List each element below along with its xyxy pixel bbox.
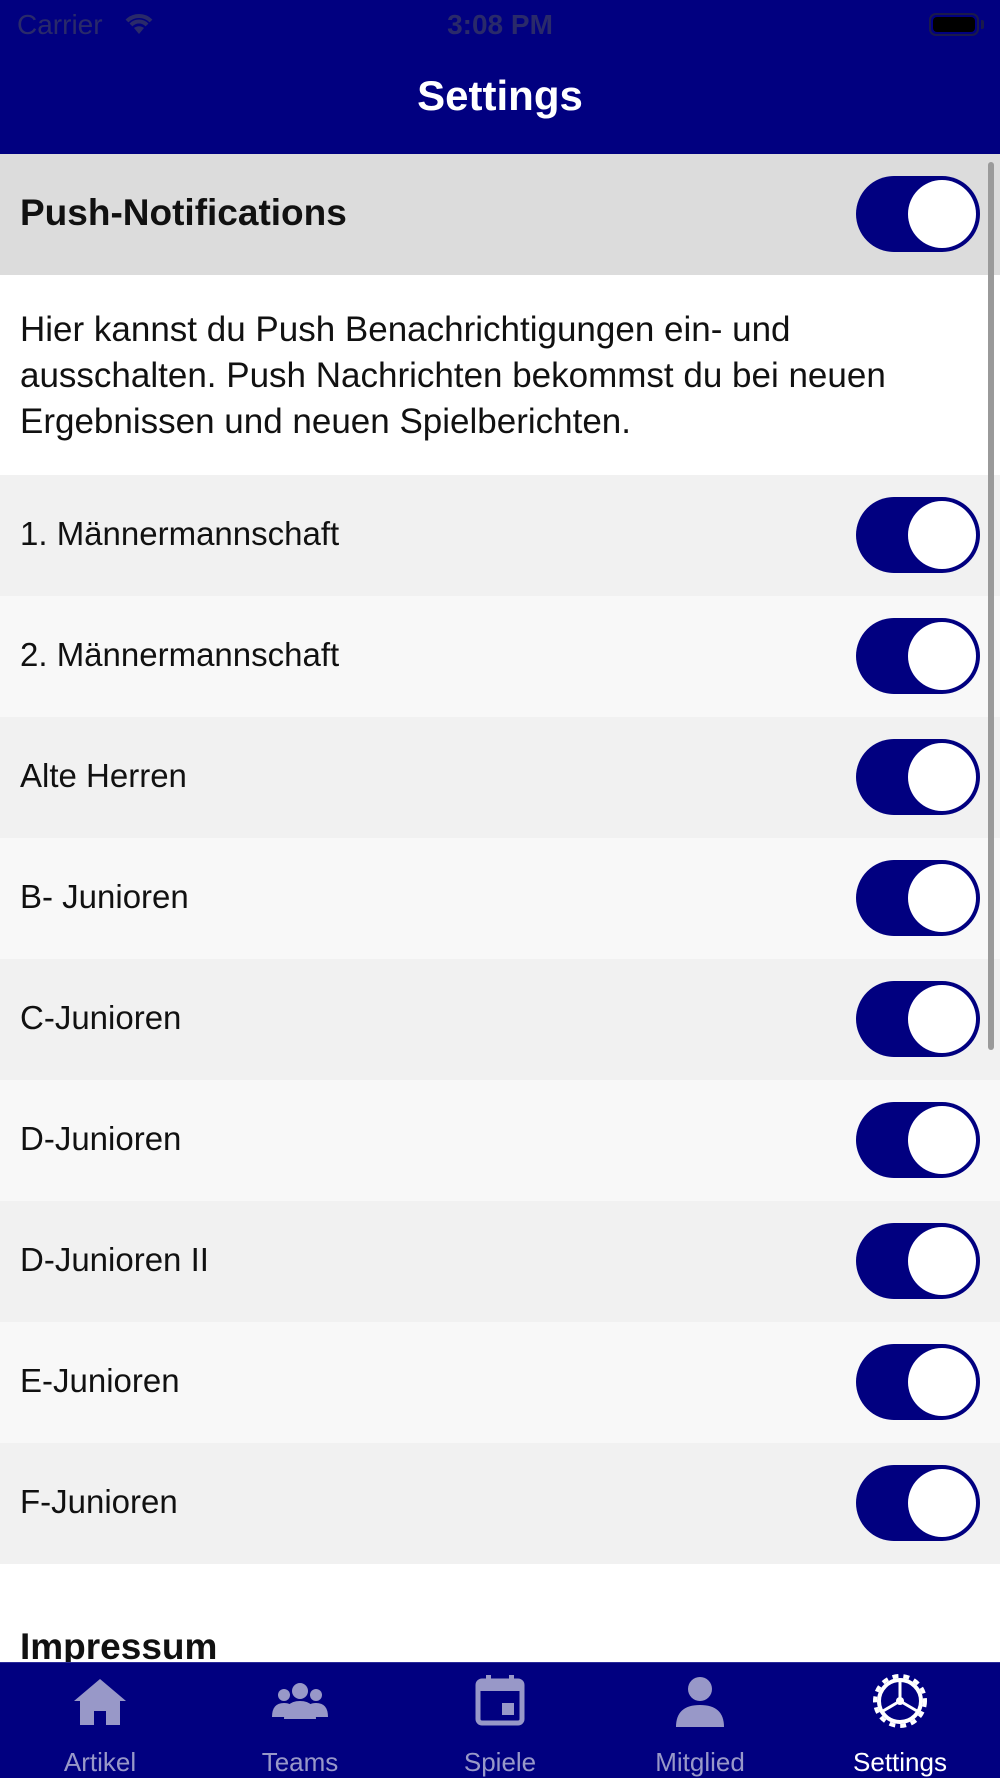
team-label: F-Junioren [20,1483,178,1520]
settings-list[interactable]: Push-Notifications Hier kannst du Push B… [0,154,1000,1662]
tab-label: Spiele [463,1747,537,1777]
push-notifications-label: Push-Notifications [20,192,347,233]
tab-artikel[interactable]: Artikel [0,1663,200,1778]
team-row-alte-herren: Alte Herren [0,717,1000,838]
tab-teams[interactable]: Teams [200,1663,400,1778]
push-notifications-row: Push-Notifications [0,154,1000,275]
page-title: Settings [417,72,583,119]
team-label: Alte Herren [20,757,187,794]
team-row-c-junioren: C-Junioren [0,959,1000,1080]
toggle-knob [908,743,976,811]
team-toggle[interactable] [856,1223,980,1299]
team-row-d-junioren-ii: D-Junioren II [0,1201,1000,1322]
tab-label: Artikel [63,1747,137,1777]
battery-tip [981,20,984,29]
toggle-knob [908,864,976,932]
scrollbar[interactable] [988,162,994,1050]
toggle-knob [908,985,976,1053]
team-label: E-Junioren [20,1362,180,1399]
toggle-knob [908,1227,976,1295]
person-icon [670,1671,730,1731]
toggle-knob [908,501,976,569]
people-icon [270,1671,330,1731]
tab-label: Settings [853,1747,947,1777]
push-notifications-toggle[interactable] [856,176,980,252]
team-row-b-junioren: B- Junioren [0,838,1000,959]
tab-label: Mitglied [655,1747,745,1777]
gear-icon [870,1671,930,1731]
team-row-1-maennermannschaft: 1. Männermannschaft [0,475,1000,596]
tab-settings[interactable]: Settings [800,1663,1000,1778]
house-icon [70,1671,130,1731]
tab-spiele[interactable]: Spiele [400,1663,600,1778]
team-row-f-junioren: F-Junioren [0,1443,1000,1564]
team-toggle[interactable] [856,497,980,573]
team-toggle[interactable] [856,739,980,815]
push-description: Hier kannst du Push Benachrichtigungen e… [0,275,1000,475]
tab-mitglied[interactable]: Mitglied [600,1663,800,1778]
calendar-icon [470,1671,530,1731]
status-bar: Carrier 3:08 PM [0,0,1000,50]
team-toggle[interactable] [856,1102,980,1178]
toggle-knob [908,1106,976,1174]
impressum-label: Impressum [20,1626,218,1662]
tab-label: Teams [261,1747,339,1777]
battery-icon [929,13,979,36]
section-spacer [0,1564,1000,1624]
team-row-d-junioren: D-Junioren [0,1080,1000,1201]
team-label: 2. Männermannschaft [20,636,340,673]
team-row-e-junioren: E-Junioren [0,1322,1000,1443]
push-description-text: Hier kannst du Push Benachrichtigungen e… [20,310,886,441]
team-toggle[interactable] [856,618,980,694]
toggle-knob [908,1348,976,1416]
team-label: B- Junioren [20,878,189,915]
team-label: D-Junioren [20,1120,182,1157]
team-toggle[interactable] [856,860,980,936]
team-row-2-maennermannschaft: 2. Männermannschaft [0,596,1000,717]
toggle-knob [908,1469,976,1537]
status-time: 3:08 PM [447,9,553,40]
toggle-knob [908,180,976,248]
team-label: 1. Männermannschaft [20,515,340,552]
tab-bar: Artikel Teams Spiele Mitglied Settings [0,1662,1000,1778]
navigation-header: Carrier 3:08 PM Settings [0,0,1000,154]
team-toggle[interactable] [856,981,980,1057]
impressum-section[interactable]: Impressum [0,1624,1000,1662]
team-toggle[interactable] [856,1344,980,1420]
team-label: D-Junioren II [20,1241,209,1278]
toggle-knob [908,622,976,690]
team-label: C-Junioren [20,999,182,1036]
team-toggle[interactable] [856,1465,980,1541]
